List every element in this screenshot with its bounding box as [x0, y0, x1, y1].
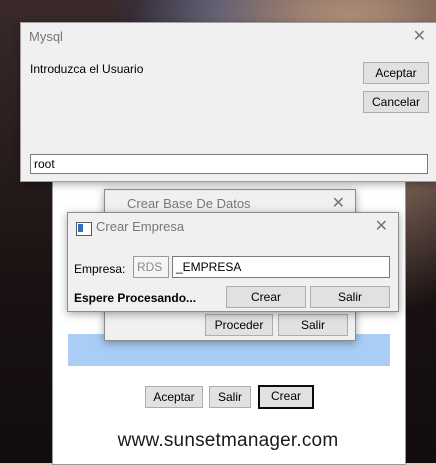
website-link[interactable]: www.sunsetmanager.com [108, 430, 348, 452]
main-exit-button[interactable]: Salir [209, 386, 251, 408]
empresa-label: Empresa: [74, 262, 126, 276]
proceed-button[interactable]: Proceder [205, 314, 273, 336]
dialog-title: Crear Empresa [96, 219, 185, 234]
bd-exit-label: Salir [300, 318, 325, 332]
close-icon[interactable]: ✕ [375, 213, 388, 241]
accept-button[interactable]: Aceptar [363, 62, 429, 84]
bd-exit-button[interactable]: Salir [278, 314, 348, 336]
main-create-button[interactable]: Crear [258, 385, 314, 409]
cancel-label: Cancelar [371, 95, 421, 109]
empresa-create-label: Crear [250, 290, 281, 304]
empresa-input[interactable]: _EMPRESA [172, 256, 390, 278]
main-exit-label: Salir [217, 390, 242, 404]
empresa-exit-button[interactable]: Salir [310, 286, 390, 308]
cancel-button[interactable]: Cancelar [363, 91, 429, 113]
accept-label: Aceptar [375, 66, 417, 80]
proceed-label: Proceder [214, 318, 264, 332]
main-accept-label: Aceptar [153, 390, 195, 404]
status-text: Espere Procesando... [74, 291, 197, 305]
empresa-exit-label: Salir [337, 290, 362, 304]
dialog-title: Mysql [29, 29, 63, 44]
prefix-field: RDS [133, 256, 169, 278]
prompt-text: Introduzca el Usuario [30, 62, 144, 76]
main-accept-button[interactable]: Aceptar [145, 386, 203, 408]
empresa-create-button[interactable]: Crear [226, 286, 306, 308]
user-input[interactable]: root [30, 154, 428, 174]
close-icon[interactable]: ✕ [413, 23, 426, 51]
main-create-label: Crear [270, 389, 301, 403]
